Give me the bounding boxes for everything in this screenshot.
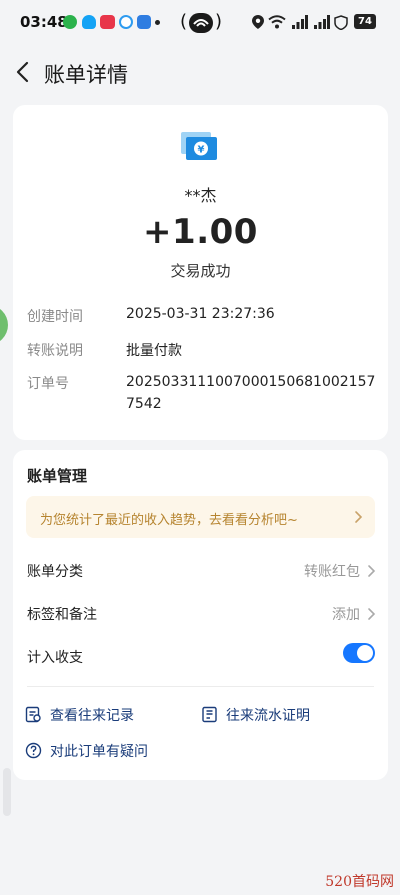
order-number-value[interactable]: 20250331110070001506810021577542 <box>126 371 376 415</box>
battery-icon: 74 <box>354 14 376 29</box>
flow-certificate-label: 往来流水证明 <box>226 708 310 724</box>
transaction-card: ¥ **杰 +1.00 交易成功 创建时间 2025-03-31 23:27:3… <box>13 105 388 440</box>
app-icon <box>137 15 151 29</box>
view-records-link[interactable]: 查看往来记录 <box>25 705 175 725</box>
svg-text:¥: ¥ <box>198 145 205 156</box>
chevron-left-icon[interactable] <box>12 58 36 86</box>
order-number-label: 订单号 <box>27 376 69 392</box>
shield-icon <box>334 15 348 30</box>
bill-management-card: 账单管理 为您统计了最近的收入趋势，去看看分析吧~ 账单分类 转账红包 标签和备… <box>13 450 388 780</box>
location-icon <box>252 15 264 29</box>
floating-assistant-bubble[interactable] <box>0 305 8 345</box>
wechat-icon <box>63 15 77 29</box>
certificate-icon <box>202 706 217 723</box>
camera-pill: ( ) <box>180 11 223 33</box>
signal-icon <box>292 15 308 29</box>
include-income-label: 计入收支 <box>27 650 83 666</box>
notification-dot <box>155 20 160 25</box>
order-question-link[interactable]: 对此订单有疑问 <box>25 741 195 761</box>
created-time-label: 创建时间 <box>27 309 83 325</box>
include-income-toggle[interactable] <box>343 643 375 663</box>
section-title: 账单管理 <box>27 467 88 485</box>
tags-notes-row[interactable]: 标签和备注 添加 <box>13 598 388 630</box>
divider <box>27 686 374 687</box>
header: 账单详情 <box>0 50 400 94</box>
watermark: 520首码网 <box>325 874 394 890</box>
flow-certificate-link[interactable]: 往来流水证明 <box>201 705 351 725</box>
counterparty-name: **杰 <box>184 186 217 205</box>
view-records-label: 查看往来记录 <box>50 708 134 724</box>
chevron-right-icon <box>368 608 376 620</box>
order-question-label: 对此订单有疑问 <box>50 744 148 760</box>
toggle-knob <box>357 645 373 661</box>
transaction-status: 交易成功 <box>170 262 231 280</box>
status-bar: 03:48 ( ) 74 <box>0 0 400 44</box>
transfer-note-label: 转账说明 <box>27 343 83 359</box>
app-icon <box>100 15 115 29</box>
question-icon <box>25 742 42 759</box>
tags-notes-value: 添加 <box>332 607 360 623</box>
side-scroll-handle[interactable] <box>3 768 11 816</box>
record-icon <box>25 706 41 723</box>
category-label: 账单分类 <box>27 564 83 580</box>
transfer-note-value: 批量付款 <box>126 343 182 359</box>
app-icon <box>119 15 133 29</box>
camera-icon <box>189 13 213 33</box>
transfer-icon: ¥ <box>181 132 217 160</box>
signal-icon <box>314 15 330 29</box>
created-time-value: 2025-03-31 23:27:36 <box>126 306 275 322</box>
tags-notes-label: 标签和备注 <box>27 607 97 623</box>
transaction-amount: +1.00 <box>143 212 258 252</box>
status-icons: 74 <box>252 13 376 31</box>
category-value: 转账红包 <box>304 564 360 580</box>
chevron-right-icon <box>355 511 363 523</box>
category-row[interactable]: 账单分类 转账红包 <box>13 555 388 587</box>
chevron-right-icon <box>368 565 376 577</box>
qq-icon <box>82 15 96 29</box>
wifi-icon <box>268 15 286 29</box>
page-title: 账单详情 <box>44 63 128 87</box>
trend-banner-text: 为您统计了最近的收入趋势，去看看分析吧~ <box>40 513 298 528</box>
status-time: 03:48 <box>20 13 68 31</box>
income-trend-banner[interactable]: 为您统计了最近的收入趋势，去看看分析吧~ <box>26 496 375 538</box>
